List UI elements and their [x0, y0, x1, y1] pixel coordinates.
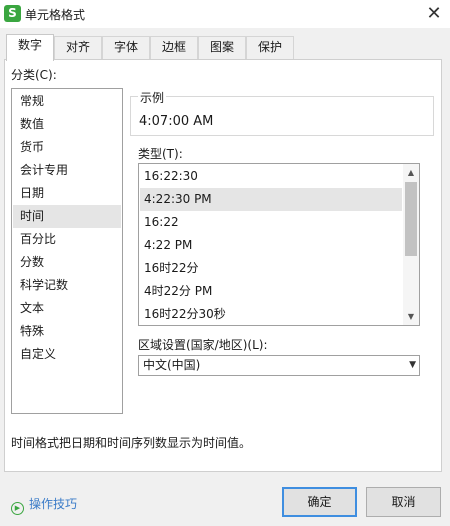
- locale-label: 区域设置(国家/地区)(L):: [138, 338, 268, 352]
- tab-font[interactable]: 字体: [102, 36, 150, 59]
- type-list[interactable]: 16:22:30 4:22:30 PM 16:22 4:22 PM 16时22分…: [138, 163, 420, 326]
- type-item[interactable]: 16时22分: [140, 257, 402, 280]
- category-item-scientific[interactable]: 科学记数: [13, 274, 121, 297]
- play-circle-icon: ▶: [11, 502, 24, 515]
- category-item-text[interactable]: 文本: [13, 297, 121, 320]
- tab-alignment[interactable]: 对齐: [54, 36, 102, 59]
- sample-label: 示例: [138, 89, 167, 106]
- sample-value: 4:07:00 AM: [139, 114, 214, 129]
- category-item-currency[interactable]: 货币: [13, 136, 121, 159]
- tab-strip: 数字 对齐 字体 边框 图案 保护: [0, 34, 450, 61]
- category-item-special[interactable]: 特殊: [13, 320, 121, 343]
- type-item[interactable]: 16时22分30秒: [140, 303, 402, 325]
- category-item-custom[interactable]: 自定义: [13, 343, 121, 366]
- tab-border[interactable]: 边框: [150, 36, 198, 59]
- category-item-accounting[interactable]: 会计专用: [13, 159, 121, 182]
- dialog-title: 单元格格式: [25, 8, 86, 22]
- close-button[interactable]: ✕: [422, 3, 446, 25]
- category-list[interactable]: 常规 数值 货币 会计专用 日期 时间 百分比 分数 科学记数 文本 特殊 自定…: [11, 88, 123, 414]
- tab-pattern[interactable]: 图案: [198, 36, 246, 59]
- type-item[interactable]: 4时22分 PM: [140, 280, 402, 303]
- locale-select[interactable]: 中文(中国) ▼: [138, 355, 420, 376]
- tips-link[interactable]: ▶ 操作技巧: [11, 495, 77, 515]
- tips-label: 操作技巧: [29, 497, 78, 511]
- category-item-percentage[interactable]: 百分比: [13, 228, 121, 251]
- tab-number[interactable]: 数字: [6, 34, 54, 61]
- type-item[interactable]: 16:22: [140, 211, 402, 234]
- ok-button[interactable]: 确定: [282, 487, 357, 517]
- category-label: 分类(C):: [11, 68, 57, 82]
- format-description: 时间格式把日期和时间序列数显示为时间值。: [11, 436, 252, 450]
- title-bar: S 单元格格式 ✕: [0, 0, 450, 28]
- category-item-general[interactable]: 常规: [13, 90, 121, 113]
- locale-value: 中文(中国): [143, 358, 201, 372]
- scroll-thumb[interactable]: [405, 182, 417, 256]
- category-item-time[interactable]: 时间: [13, 205, 121, 228]
- category-item-fraction[interactable]: 分数: [13, 251, 121, 274]
- tab-protection[interactable]: 保护: [246, 36, 294, 59]
- type-item-selected[interactable]: 4:22:30 PM: [140, 188, 402, 211]
- chevron-down-icon: ▼: [409, 360, 416, 370]
- type-item[interactable]: 4:22 PM: [140, 234, 402, 257]
- app-logo-icon: S: [4, 5, 21, 22]
- scroll-up-arrow-icon[interactable]: ▲: [403, 166, 419, 180]
- type-item[interactable]: 16:22:30: [140, 165, 402, 188]
- type-list-scrollbar[interactable]: ▲ ▼: [403, 164, 419, 325]
- scroll-down-arrow-icon[interactable]: ▼: [403, 310, 419, 324]
- type-label: 类型(T):: [138, 147, 183, 161]
- category-item-date[interactable]: 日期: [13, 182, 121, 205]
- cancel-button[interactable]: 取消: [366, 487, 441, 517]
- category-item-number[interactable]: 数值: [13, 113, 121, 136]
